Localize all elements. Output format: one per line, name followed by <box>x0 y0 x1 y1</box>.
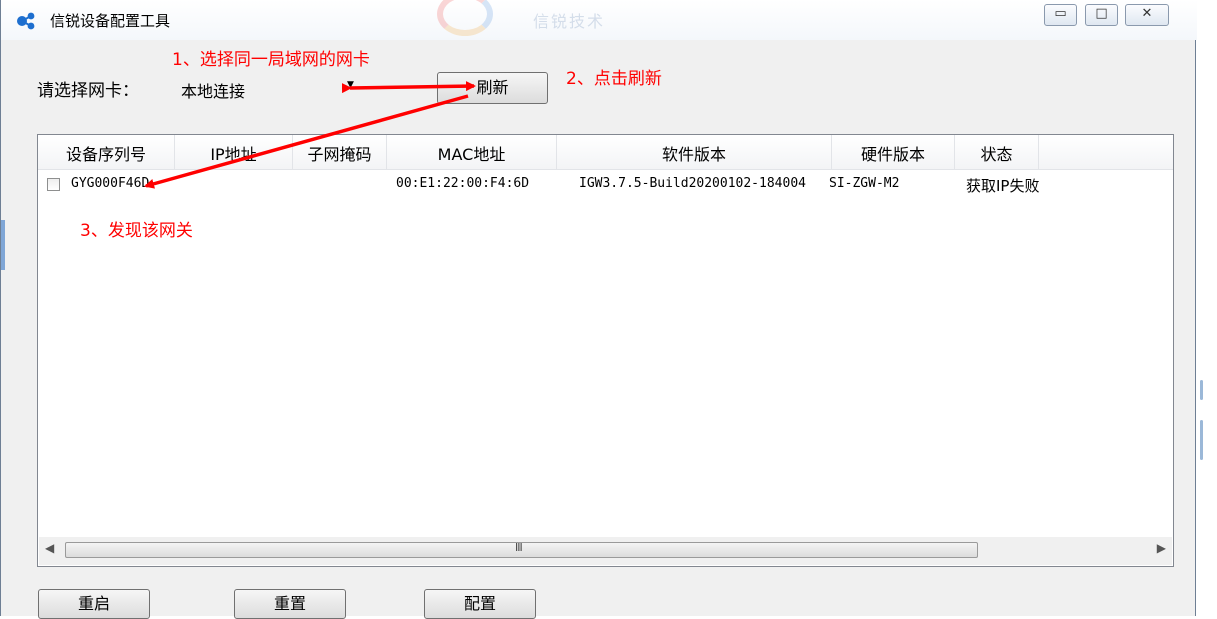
device-table[interactable]: 设备序列号 IP地址 子网掩码 MAC地址 软件版本 硬件版本 状态 GYG00… <box>37 134 1174 567</box>
minimize-icon: ▭ <box>1054 6 1067 21</box>
config-button[interactable]: 配置 <box>424 589 536 619</box>
column-header-serial[interactable]: 设备序列号 <box>38 135 175 169</box>
title-watermark: 信锐技术 <box>433 0 663 36</box>
refresh-button[interactable]: 刷新 <box>437 72 548 104</box>
reboot-button[interactable]: 重启 <box>38 589 150 619</box>
watermark-text: 信锐技术 <box>533 12 606 31</box>
table-row[interactable]: GYG000F46D 00:E1:22:00:F4:6D IGW3.7.5-Bu… <box>38 172 1173 196</box>
dropdown-arrow-icon[interactable]: ▼ <box>347 80 354 90</box>
window-edge-highlight <box>1 220 5 270</box>
column-header-software[interactable]: 软件版本 <box>557 135 832 169</box>
cell-software: IGW3.7.5-Build20200102-184004 <box>579 176 806 191</box>
column-header-mask[interactable]: 子网掩码 <box>293 135 387 169</box>
cell-status: 获取IP失败 <box>966 177 1040 195</box>
app-logo-icon <box>17 12 35 30</box>
nic-select[interactable]: 本地连接 ▼ <box>169 72 365 102</box>
annotation-step2: 2、点击刷新 <box>566 69 662 89</box>
main-window: 信锐设备配置工具 信锐技术 ▭ □ ✕ 请选择网卡： 本地连接 ▼ 刷新 设备序… <box>0 0 1197 619</box>
horizontal-scrollbar[interactable]: ◀ III ▶ <box>39 537 1172 565</box>
maximize-button[interactable]: □ <box>1085 4 1118 26</box>
reset-button[interactable]: 重置 <box>234 589 346 619</box>
annotation-step3: 3、发现该网关 <box>80 221 193 241</box>
scroll-thumb[interactable]: III <box>65 541 978 558</box>
maximize-icon: □ <box>1095 6 1108 21</box>
column-header-hardware[interactable]: 硬件版本 <box>832 135 955 169</box>
table-header: 设备序列号 IP地址 子网掩码 MAC地址 软件版本 硬件版本 状态 <box>38 135 1173 170</box>
nic-selected-value: 本地连接 <box>181 82 246 101</box>
row-checkbox[interactable] <box>47 178 60 191</box>
watermark-logo-icon <box>437 0 493 36</box>
window-title: 信锐设备配置工具 <box>50 12 171 30</box>
title-bar[interactable]: 信锐设备配置工具 信锐技术 ▭ □ ✕ <box>1 0 1197 40</box>
annotation-step1: 1、选择同一局域网的网卡 <box>172 50 370 70</box>
column-header-mac[interactable]: MAC地址 <box>387 135 557 169</box>
scroll-left-icon[interactable]: ◀ <box>45 541 54 555</box>
column-header-ip[interactable]: IP地址 <box>175 135 293 169</box>
cell-hardware: SI-ZGW-M2 <box>829 176 900 191</box>
cell-serial: GYG000F46D <box>71 176 150 191</box>
scroll-grip: III <box>515 541 523 554</box>
close-icon: ✕ <box>1141 6 1153 21</box>
minimize-button[interactable]: ▭ <box>1044 4 1077 26</box>
close-button[interactable]: ✕ <box>1125 4 1169 26</box>
cell-mac: 00:E1:22:00:F4:6D <box>396 176 530 191</box>
nic-label: 请选择网卡： <box>37 81 139 101</box>
column-header-status[interactable]: 状态 <box>955 135 1039 169</box>
desktop-edge <box>1196 0 1217 616</box>
scroll-right-icon[interactable]: ▶ <box>1157 541 1166 555</box>
